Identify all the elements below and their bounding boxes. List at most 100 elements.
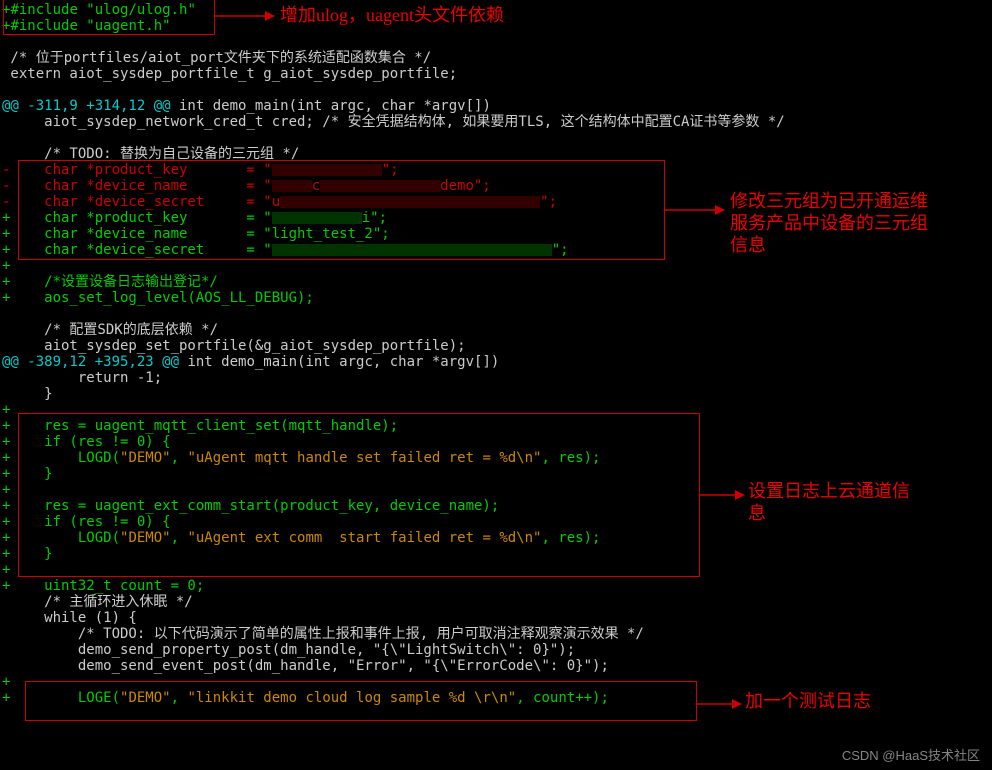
code-segment: "DEMO" xyxy=(120,530,171,546)
code-line: - char *product_key = " "; xyxy=(2,162,992,178)
code-line: extern aiot_sysdep_portfile_t g_aiot_sys… xyxy=(2,66,992,82)
redacted-text xyxy=(272,180,312,192)
diff-code-block: +#include "ulog/ulog.h"+#include "uagent… xyxy=(0,0,992,706)
code-line xyxy=(2,82,992,98)
code-segment: "DEMO" xyxy=(120,450,171,466)
code-segment: #include "uagent.h" xyxy=(10,18,170,34)
code-segment: @@ -389,12 +395,23 @@ xyxy=(2,354,179,370)
code-line xyxy=(2,130,992,146)
code-segment: #include "ulog/ulog.h" xyxy=(10,2,195,18)
redacted-text xyxy=(280,196,540,208)
code-segment: /* TODO: 以下代码演示了简单的属性上报和事件上报, 用户可取消注释观察演… xyxy=(2,626,644,642)
code-segment: + char *device_name = "light_test_2"; xyxy=(2,226,390,242)
code-segment: int demo_main(int argc, char *argv[]) xyxy=(179,354,499,370)
code-line: + res = uagent_ext_comm_start(product_ke… xyxy=(2,498,992,514)
code-line: /* TODO: 以下代码演示了简单的属性上报和事件上报, 用户可取消注释观察演… xyxy=(2,626,992,642)
watermark: CSDN @HaaS技术社区 xyxy=(842,748,980,764)
code-segment: /* 位于portfiles/aiot_port文件夹下的系统适配函数集合 */ xyxy=(2,50,431,66)
code-segment: - char *product_key = " xyxy=(2,162,272,178)
code-line: /* 配置SDK的底层依赖 */ xyxy=(2,322,992,338)
code-segment: } xyxy=(2,386,53,402)
redacted-text xyxy=(272,212,362,224)
code-line: +#include "uagent.h" xyxy=(2,18,992,34)
code-segment: "; xyxy=(540,194,557,210)
code-segment: + } xyxy=(2,466,53,482)
code-line: @@ -389,12 +395,23 @@ int demo_main(int … xyxy=(2,354,992,370)
code-line xyxy=(2,34,992,50)
code-segment: , res); xyxy=(541,530,600,546)
code-line: +#include "ulog/ulog.h" xyxy=(2,2,992,18)
code-segment: "; xyxy=(552,242,569,258)
code-segment: + aos_set_log_level(AOS_LL_DEBUG); xyxy=(2,290,314,306)
code-line: + /*设置设备日志输出登记*/ xyxy=(2,274,992,290)
code-line: demo_send_property_post(dm_handle, "{\"L… xyxy=(2,642,992,658)
redacted-text xyxy=(320,180,440,192)
code-segment: demo_send_property_post(dm_handle, "{\"L… xyxy=(2,642,575,658)
code-segment: + LOGD( xyxy=(2,450,120,466)
code-segment: "uAgent ext comm start failed ret = %d\n… xyxy=(187,530,541,546)
code-segment: i"; xyxy=(362,210,387,226)
code-line: + xyxy=(2,402,992,418)
code-segment: + if (res != 0) { xyxy=(2,514,171,530)
code-line: /* TODO: 替换为自己设备的三元组 */ xyxy=(2,146,992,162)
code-segment: + } xyxy=(2,546,53,562)
code-segment: demo"; xyxy=(440,178,491,194)
code-line: + char *device_secret = " "; xyxy=(2,242,992,258)
code-line: + xyxy=(2,674,992,690)
code-line: + if (res != 0) { xyxy=(2,434,992,450)
code-segment: aiot_sysdep_network_cred_t cred; /* 安全凭据… xyxy=(2,114,785,130)
code-segment: + res = uagent_mqtt_client_set(mqtt_hand… xyxy=(2,418,398,434)
code-segment: + xyxy=(2,258,10,274)
code-segment: /* TODO: 替换为自己设备的三元组 */ xyxy=(2,146,299,162)
code-segment: + xyxy=(2,562,10,578)
code-segment: + char *product_key = " xyxy=(2,210,272,226)
code-segment xyxy=(2,34,10,50)
code-segment: + LOGD( xyxy=(2,530,120,546)
code-segment: c xyxy=(312,178,320,194)
code-line: + LOGE("DEMO", "linkkit demo cloud log s… xyxy=(2,690,992,706)
code-segment: extern aiot_sysdep_portfile_t g_aiot_sys… xyxy=(2,66,457,82)
code-segment: aiot_sysdep_set_portfile(&g_aiot_sysdep_… xyxy=(2,338,466,354)
code-line: + uint32_t count = 0; xyxy=(2,578,992,594)
code-segment: + if (res != 0) { xyxy=(2,434,171,450)
code-line: + char *device_name = "light_test_2"; xyxy=(2,226,992,242)
code-segment: - char *device_name = " xyxy=(2,178,272,194)
code-segment: + xyxy=(2,402,10,418)
code-line: + aos_set_log_level(AOS_LL_DEBUG); xyxy=(2,290,992,306)
code-line: return -1; xyxy=(2,370,992,386)
code-segment: "; xyxy=(382,162,399,178)
code-segment: , xyxy=(171,450,188,466)
code-line: while (1) { xyxy=(2,610,992,626)
code-segment: + char *device_secret = " xyxy=(2,242,272,258)
code-segment: + uint32_t count = 0; xyxy=(2,578,204,594)
code-segment: + /*设置设备日志输出登记*/ xyxy=(2,274,218,290)
code-line: demo_send_event_post(dm_handle, "Error",… xyxy=(2,658,992,674)
code-segment: + xyxy=(2,674,10,690)
code-segment: int demo_main(int argc, char *argv[]) xyxy=(171,98,491,114)
code-segment: + res = uagent_ext_comm_start(product_ke… xyxy=(2,498,499,514)
code-line: + char *product_key = " i"; xyxy=(2,210,992,226)
code-segment: , count++); xyxy=(516,690,609,706)
code-line: + } xyxy=(2,466,992,482)
code-segment: - char *device_secret = "u xyxy=(2,194,280,210)
code-segment: , res); xyxy=(541,450,600,466)
code-line: + xyxy=(2,562,992,578)
code-segment: /* 配置SDK的底层依赖 */ xyxy=(2,322,218,338)
code-line: /* 位于portfiles/aiot_port文件夹下的系统适配函数集合 */ xyxy=(2,50,992,66)
code-line: + } xyxy=(2,546,992,562)
code-line: @@ -311,9 +314,12 @@ int demo_main(int a… xyxy=(2,98,992,114)
code-segment xyxy=(2,130,10,146)
code-line xyxy=(2,306,992,322)
code-line: aiot_sysdep_network_cred_t cred; /* 安全凭据… xyxy=(2,114,992,130)
code-segment: "uAgent mqtt handle set failed ret = %d\… xyxy=(187,450,541,466)
code-segment xyxy=(2,82,10,98)
code-line: } xyxy=(2,386,992,402)
code-segment: + LOGE( xyxy=(2,690,120,706)
code-segment: "DEMO" xyxy=(120,690,171,706)
code-segment: + xyxy=(2,482,10,498)
code-line: + xyxy=(2,482,992,498)
code-line: + xyxy=(2,258,992,274)
code-line: aiot_sysdep_set_portfile(&g_aiot_sysdep_… xyxy=(2,338,992,354)
code-line: - char *device_name = " c demo"; xyxy=(2,178,992,194)
code-line: + res = uagent_mqtt_client_set(mqtt_hand… xyxy=(2,418,992,434)
